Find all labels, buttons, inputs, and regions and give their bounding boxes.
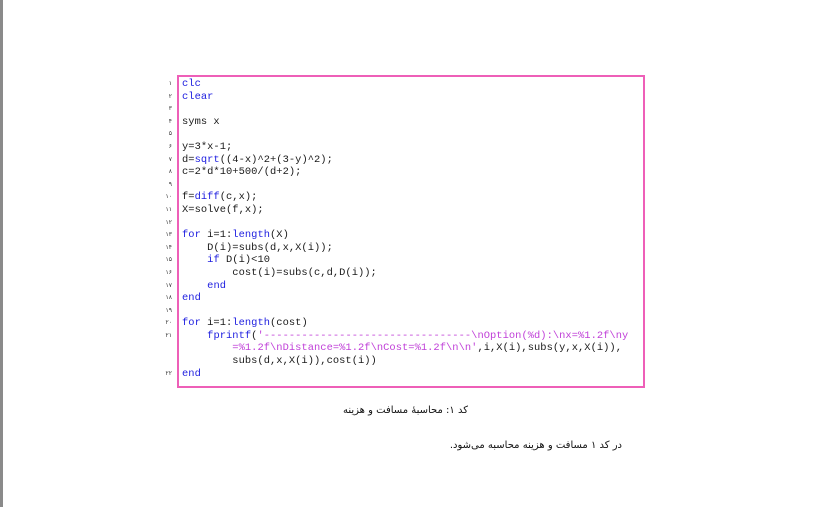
code-line: D(i)=subs(d,x,X(i));	[182, 242, 628, 255]
line-number: ۱۹	[165, 306, 172, 314]
code-keyword: clear	[182, 90, 214, 103]
code-keyword: for	[182, 317, 201, 330]
line-number: ۱۱	[165, 206, 172, 213]
code-keyword: clc	[182, 78, 201, 90]
line-number: ۱۷	[165, 281, 172, 289]
line-number: ۱۳	[165, 231, 172, 239]
line-number: ۶	[168, 143, 172, 150]
code-keyword: fprintf	[207, 329, 252, 342]
line-number: ۵	[168, 130, 172, 138]
code-keyword: end	[182, 292, 201, 305]
code-line: end	[182, 280, 628, 293]
line-number: ۳	[168, 105, 172, 113]
code-line: clc	[182, 78, 628, 91]
line-number: ۴	[168, 117, 172, 125]
code-listing: clc clear syms x y=3*x-1; d=sqrt((4-x)^2+(3-…	[182, 78, 628, 380]
line-number: ۱	[168, 80, 172, 87]
code-line: cost(i)=subs(c,d,D(i));	[182, 267, 628, 280]
line-number: ۱۴	[165, 243, 172, 251]
code-text: syms x	[182, 115, 220, 128]
line-number: ۹	[168, 180, 172, 188]
code-text: (X)	[270, 229, 289, 242]
code-text: (cost)	[270, 317, 308, 330]
code-line: for i=1:length(cost)	[182, 317, 628, 330]
code-text: D(i)=subs(d,x,X(i));	[182, 241, 333, 254]
listing-caption: کد ۱: محاسبهٔ مسافت و هزینه	[0, 405, 817, 416]
line-number: ۲۲	[165, 369, 172, 377]
code-keyword: sqrt	[194, 153, 220, 166]
code-text: cost(i)=subs(c,d,D(i));	[182, 266, 377, 279]
code-line: =%1.2f\nDistance=%1.2f\nCost=%1.2f\n\n',…	[182, 342, 628, 355]
code-line: f=diff(c,x);	[182, 191, 628, 204]
code-text: i=1:	[200, 229, 233, 242]
code-keyword: for	[182, 229, 201, 242]
code-text: i=1:	[200, 317, 233, 330]
code-line: clear	[182, 91, 628, 104]
code-text: X=solve(f,x);	[182, 203, 264, 216]
line-number: ۱۲	[165, 218, 172, 226]
code-text: c=2*d*10+500/(d+2);	[182, 166, 302, 179]
code-text: ,i,X(i),subs(y,x,X(i)),	[477, 342, 623, 355]
code-line: end	[182, 292, 628, 305]
code-line: y=3*x-1;	[182, 141, 628, 154]
line-number: ۱۸	[165, 294, 172, 302]
line-number: ۸	[168, 168, 172, 176]
line-number-gutter: ۱ ۲ ۳ ۴ ۵ ۶ ۷ ۸ ۹ ۱۰ ۱۱ ۱۲ ۱۳ ۱۴ ۱۵ ۱۶ ۱۷ ۱۸ ۱۹ ۲۰ ۲۱ ۲۲	[150, 75, 172, 387]
line-number: ۱۶	[165, 269, 172, 276]
line-number: ۷	[168, 155, 172, 163]
code-keyword: length	[232, 229, 271, 242]
code-text: ((4-x)^2+(3-y)^2);	[219, 153, 333, 166]
code-text: d=	[182, 153, 195, 166]
code-line: for i=1:length(X)	[182, 229, 628, 242]
line-number: ۱۵	[165, 256, 172, 264]
code-string: =%1.2f\nDistance=%1.2f\nCost=%1.2f\n\n'	[232, 342, 478, 355]
code-string: '---------------------------------\nOpti…	[257, 329, 629, 342]
code-keyword: if	[207, 254, 220, 267]
code-line: X=solve(f,x);	[182, 204, 628, 217]
code-text: (c,x);	[219, 191, 258, 204]
code-line: subs(d,x,X(i)),cost(i))	[182, 355, 628, 368]
code-keyword: end	[182, 367, 201, 380]
code-text: subs(d,x,X(i)),cost(i))	[182, 355, 377, 368]
code-text: y=3*x-1;	[182, 140, 233, 153]
line-number: ۲۱	[165, 332, 172, 339]
code-line: end	[182, 368, 628, 381]
code-keyword: end	[207, 279, 227, 292]
code-line: fprintf('-------------------------------…	[182, 330, 628, 343]
code-text: D(i)<10	[219, 254, 271, 267]
line-number: ۲	[168, 92, 172, 100]
code-line: if D(i)<10	[182, 254, 628, 267]
line-number: ۱۰	[165, 193, 172, 201]
code-keyword: diff	[194, 191, 220, 204]
line-number: ۲۰	[165, 319, 172, 327]
page-left-edge	[0, 0, 3, 507]
code-line: d=sqrt((4-x)^2+(3-y)^2);	[182, 154, 628, 167]
code-line: c=2*d*10+500/(d+2);	[182, 166, 628, 179]
caption-text: کد ۱: محاسبهٔ مسافت و هزینه	[343, 405, 468, 416]
code-keyword: length	[232, 317, 271, 330]
code-text: f=	[182, 191, 195, 204]
code-line: syms x	[182, 116, 628, 129]
body-paragraph: در کد ۱ مسافت و هزینه محاسبه می‌شود.	[449, 440, 622, 451]
